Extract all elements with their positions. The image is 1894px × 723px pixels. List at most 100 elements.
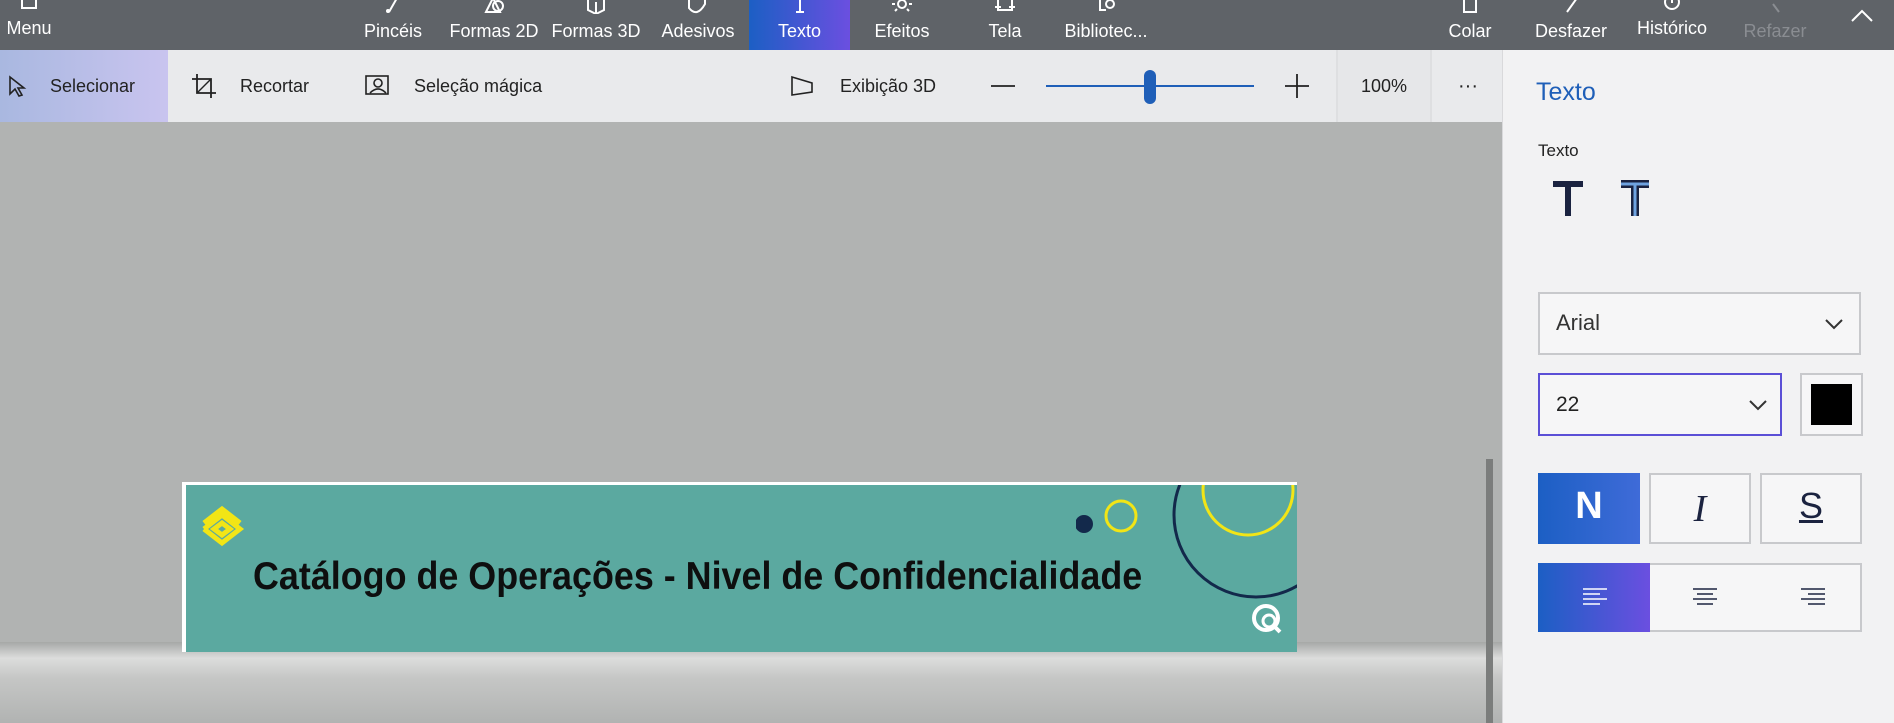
color-swatch xyxy=(1811,384,1852,425)
zoom-out-button[interactable] xyxy=(990,50,1038,122)
redo-icon xyxy=(1772,3,1780,13)
banner-image[interactable]: Catálogo de Operações - Nivel de Confide… xyxy=(182,482,1297,652)
font-family-value: Arial xyxy=(1556,310,1601,335)
menu-label: Menu xyxy=(6,18,52,38)
minus-icon xyxy=(991,85,1015,87)
banner-title: Catálogo de Operações - Nivel de Confide… xyxy=(253,555,1143,598)
more-icon: ··· xyxy=(1458,74,1478,97)
tab-label: Formas 2D xyxy=(449,21,539,41)
align-center-button[interactable] xyxy=(1650,563,1758,632)
align-right-button[interactable] xyxy=(1758,563,1864,632)
undo-icon xyxy=(1566,0,1577,13)
tab-texto[interactable]: Texto xyxy=(749,0,850,50)
action-label: Refazer xyxy=(1743,21,1807,41)
font-size-dropdown[interactable]: 22 xyxy=(1538,373,1782,436)
panel-heading: Texto xyxy=(1536,78,1596,106)
tab-adesivos[interactable]: Adesivos xyxy=(658,0,738,50)
tab-formas-2d[interactable]: Formas 2D xyxy=(448,0,540,50)
crop-label: Recortar xyxy=(240,75,310,96)
align-right-icon xyxy=(1801,588,1825,605)
tab-label: Pincéis xyxy=(363,21,423,41)
text-color-button[interactable] xyxy=(1800,373,1863,436)
collapse-button[interactable] xyxy=(1842,0,1882,50)
cube-icon xyxy=(587,0,605,14)
brush-icon xyxy=(386,0,398,13)
paste-icon xyxy=(1463,0,1477,13)
tab-biblioteca[interactable]: Bibliotec... xyxy=(1058,0,1154,50)
tab-label: Adesivos xyxy=(661,21,735,41)
select-label: Selecionar xyxy=(50,75,136,96)
view-3d-label: Exibição 3D xyxy=(840,75,937,96)
text-section-label: Texto xyxy=(1538,141,1579,160)
history-icon xyxy=(1664,0,1680,10)
font-family-dropdown[interactable]: Arial xyxy=(1538,292,1861,355)
brand-mark-icon xyxy=(1252,604,1282,634)
tab-pinceis[interactable]: Pincéis xyxy=(358,0,428,50)
magic-select-label: Seleção mágica xyxy=(414,75,543,96)
text-3d-icon xyxy=(1621,180,1649,216)
text-t-icon xyxy=(1553,181,1583,216)
redo-button[interactable]: Refazer xyxy=(1735,0,1815,50)
chevron-down-icon xyxy=(1825,319,1843,330)
shapes-2d-icon xyxy=(484,0,504,13)
underline-label: S xyxy=(1798,485,1823,526)
select-button[interactable]: Selecionar xyxy=(0,50,168,122)
tab-formas-3d[interactable]: Formas 3D xyxy=(550,0,642,50)
library-icon xyxy=(1099,0,1115,11)
top-menu-bar: Menu Pincéis Formas 2D Formas 3D Adesivo… xyxy=(0,0,1894,50)
undo-button[interactable]: Desfazer xyxy=(1530,0,1612,50)
bold-label: N xyxy=(1575,485,1603,527)
crop-button[interactable]: Recortar xyxy=(190,50,309,122)
zoom-slider-thumb[interactable] xyxy=(1144,70,1156,104)
tab-label: Efeitos xyxy=(874,21,930,41)
tab-label: Bibliotec... xyxy=(1064,21,1148,41)
zoom-value: 100% xyxy=(1360,75,1408,96)
zoom-slider[interactable] xyxy=(1046,50,1254,122)
action-label: Histórico xyxy=(1636,18,1707,38)
align-left-icon xyxy=(1583,588,1607,605)
zoom-in-button[interactable] xyxy=(1284,50,1332,122)
paste-button[interactable]: Colar xyxy=(1440,0,1500,50)
canvas-floor xyxy=(0,642,1502,723)
tab-label: Texto xyxy=(777,21,822,41)
text-side-panel: Texto Texto Arial 22 N I S xyxy=(1502,50,1894,723)
canvas-icon xyxy=(995,0,1015,11)
zoom-percent[interactable]: 100% xyxy=(1336,50,1432,122)
plus-icon xyxy=(1285,74,1309,98)
alignment-group xyxy=(1538,563,1862,632)
menu-icon xyxy=(21,0,37,9)
view-3d-button[interactable]: Exibição 3D xyxy=(790,50,936,122)
plain-text-button[interactable] xyxy=(1549,178,1589,222)
more-button[interactable]: ··· xyxy=(1448,50,1488,122)
magic-select-icon xyxy=(365,75,389,95)
action-label: Colar xyxy=(1448,21,1492,41)
underline-button[interactable]: S xyxy=(1760,473,1862,544)
banner-background: Catálogo de Operações - Nivel de Confide… xyxy=(186,485,1297,652)
tab-tela[interactable]: Tela xyxy=(965,0,1045,50)
chevron-up-icon xyxy=(1851,9,1873,22)
menu-button[interactable]: Menu xyxy=(0,0,58,50)
tab-label: Tela xyxy=(988,21,1022,41)
view-3d-icon xyxy=(791,75,813,96)
bold-button[interactable]: N xyxy=(1538,473,1640,544)
action-label: Desfazer xyxy=(1534,21,1608,41)
magic-select-button[interactable]: Seleção mágica xyxy=(364,50,542,122)
font-size-value: 22 xyxy=(1556,393,1580,416)
sun-icon xyxy=(892,0,912,12)
cursor-icon xyxy=(9,75,27,97)
tab-label: Formas 3D xyxy=(551,21,641,41)
vertical-scrollbar[interactable] xyxy=(1486,459,1493,723)
text-icon xyxy=(795,0,804,13)
italic-button[interactable]: I xyxy=(1649,473,1751,544)
sticker-icon xyxy=(688,0,706,14)
chevron-down-icon xyxy=(1749,400,1767,411)
history-button[interactable]: Histórico xyxy=(1632,0,1712,50)
crop-icon xyxy=(192,74,216,98)
align-center-icon xyxy=(1693,588,1717,605)
align-left-button[interactable] xyxy=(1538,563,1650,632)
italic-label: I xyxy=(1693,488,1707,530)
tool-bar: Selecionar Recortar Seleção mágica Exibi… xyxy=(0,50,1502,122)
bank-logo-icon xyxy=(202,505,245,547)
3d-text-button[interactable] xyxy=(1615,178,1655,222)
tab-efeitos[interactable]: Efeitos xyxy=(862,0,942,50)
